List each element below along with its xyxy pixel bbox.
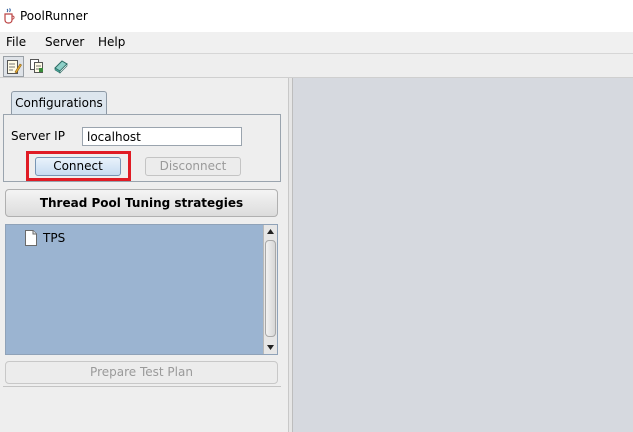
configurations-panel: Configurations Server IP Connect Disconn…: [0, 78, 289, 432]
book-button[interactable]: [51, 56, 72, 77]
tab-label: Configurations: [15, 96, 103, 110]
strategies-list[interactable]: TPS: [5, 224, 278, 355]
arrow-up-icon: [267, 229, 274, 234]
book-icon: [54, 60, 68, 74]
connect-button[interactable]: Connect: [35, 157, 121, 176]
arrow-down-icon: [267, 345, 274, 350]
java-cup-icon: [2, 8, 15, 24]
tree-item-label: TPS: [43, 231, 66, 245]
file-icon: [25, 230, 37, 246]
copy-document-icon: [30, 59, 43, 73]
prepare-test-plan-button[interactable]: Prepare Test Plan: [5, 361, 278, 384]
menu-server[interactable]: Server: [45, 35, 84, 50]
menu-file[interactable]: File: [6, 35, 26, 50]
server-ip-input[interactable]: [82, 127, 242, 146]
title-bar: PoolRunner: [0, 0, 633, 32]
toolbar: [0, 53, 633, 78]
edit-document-icon: [7, 60, 22, 74]
server-ip-label: Server IP: [11, 129, 65, 143]
list-scrollbar[interactable]: [263, 225, 277, 354]
scroll-down-button[interactable]: [264, 340, 277, 354]
content-panel: [293, 78, 633, 432]
disconnect-button[interactable]: Disconnect: [145, 157, 241, 176]
menu-help[interactable]: Help: [98, 35, 125, 50]
tab-configurations[interactable]: Configurations: [11, 91, 107, 115]
window-title: PoolRunner: [20, 9, 88, 23]
menu-bar: File Server Help: [0, 32, 633, 53]
scroll-up-button[interactable]: [264, 225, 277, 239]
panel-divider-line: [3, 386, 281, 387]
edit-document-button[interactable]: [3, 56, 24, 77]
copy-document-button[interactable]: [27, 56, 48, 77]
strategies-header[interactable]: Thread Pool Tuning strategies: [5, 189, 278, 217]
scroll-thumb[interactable]: [265, 240, 276, 337]
